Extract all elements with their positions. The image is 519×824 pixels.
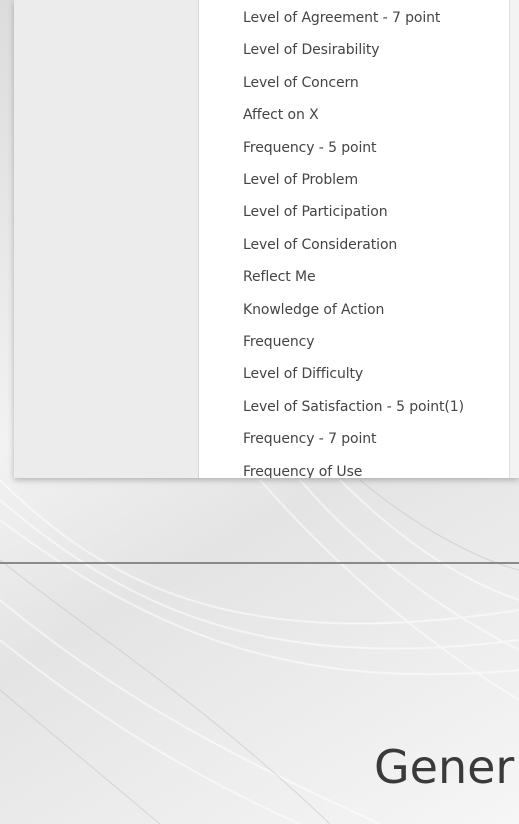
- scale-dropdown-list[interactable]: Level of Agreement - 7 point Level of Des…: [198, 0, 509, 478]
- left-pane: [14, 0, 198, 478]
- dropdown-item[interactable]: Reflect Me: [243, 265, 316, 289]
- wallpaper-title: Gener: [374, 740, 515, 794]
- dropdown-item[interactable]: Level of Concern: [243, 71, 359, 95]
- app-window: Level of Agreement - 7 point Level of Des…: [14, 0, 519, 478]
- dropdown-item[interactable]: Frequency: [243, 330, 315, 354]
- dropdown-item[interactable]: Level of Problem: [243, 168, 358, 192]
- dropdown-item[interactable]: Knowledge of Action: [243, 298, 384, 322]
- dropdown-item[interactable]: Level of Agreement - 7 point: [243, 6, 440, 30]
- dropdown-item[interactable]: Level of Desirability: [243, 38, 380, 62]
- dropdown-item[interactable]: Frequency - 5 point: [243, 136, 377, 160]
- dropdown-item[interactable]: Level of Difficulty: [243, 362, 363, 386]
- dropdown-item[interactable]: Frequency - 7 point: [243, 427, 377, 451]
- list-scrollbar[interactable]: [509, 0, 519, 478]
- dropdown-item[interactable]: Frequency of Use: [243, 460, 362, 478]
- dropdown-item[interactable]: Affect on X: [243, 103, 319, 127]
- dropdown-item[interactable]: Level of Satisfaction - 5 point(1): [243, 395, 464, 419]
- taskbar-divider: [0, 562, 519, 564]
- dropdown-item[interactable]: Level of Consideration: [243, 233, 397, 257]
- dropdown-item[interactable]: Level of Participation: [243, 200, 388, 224]
